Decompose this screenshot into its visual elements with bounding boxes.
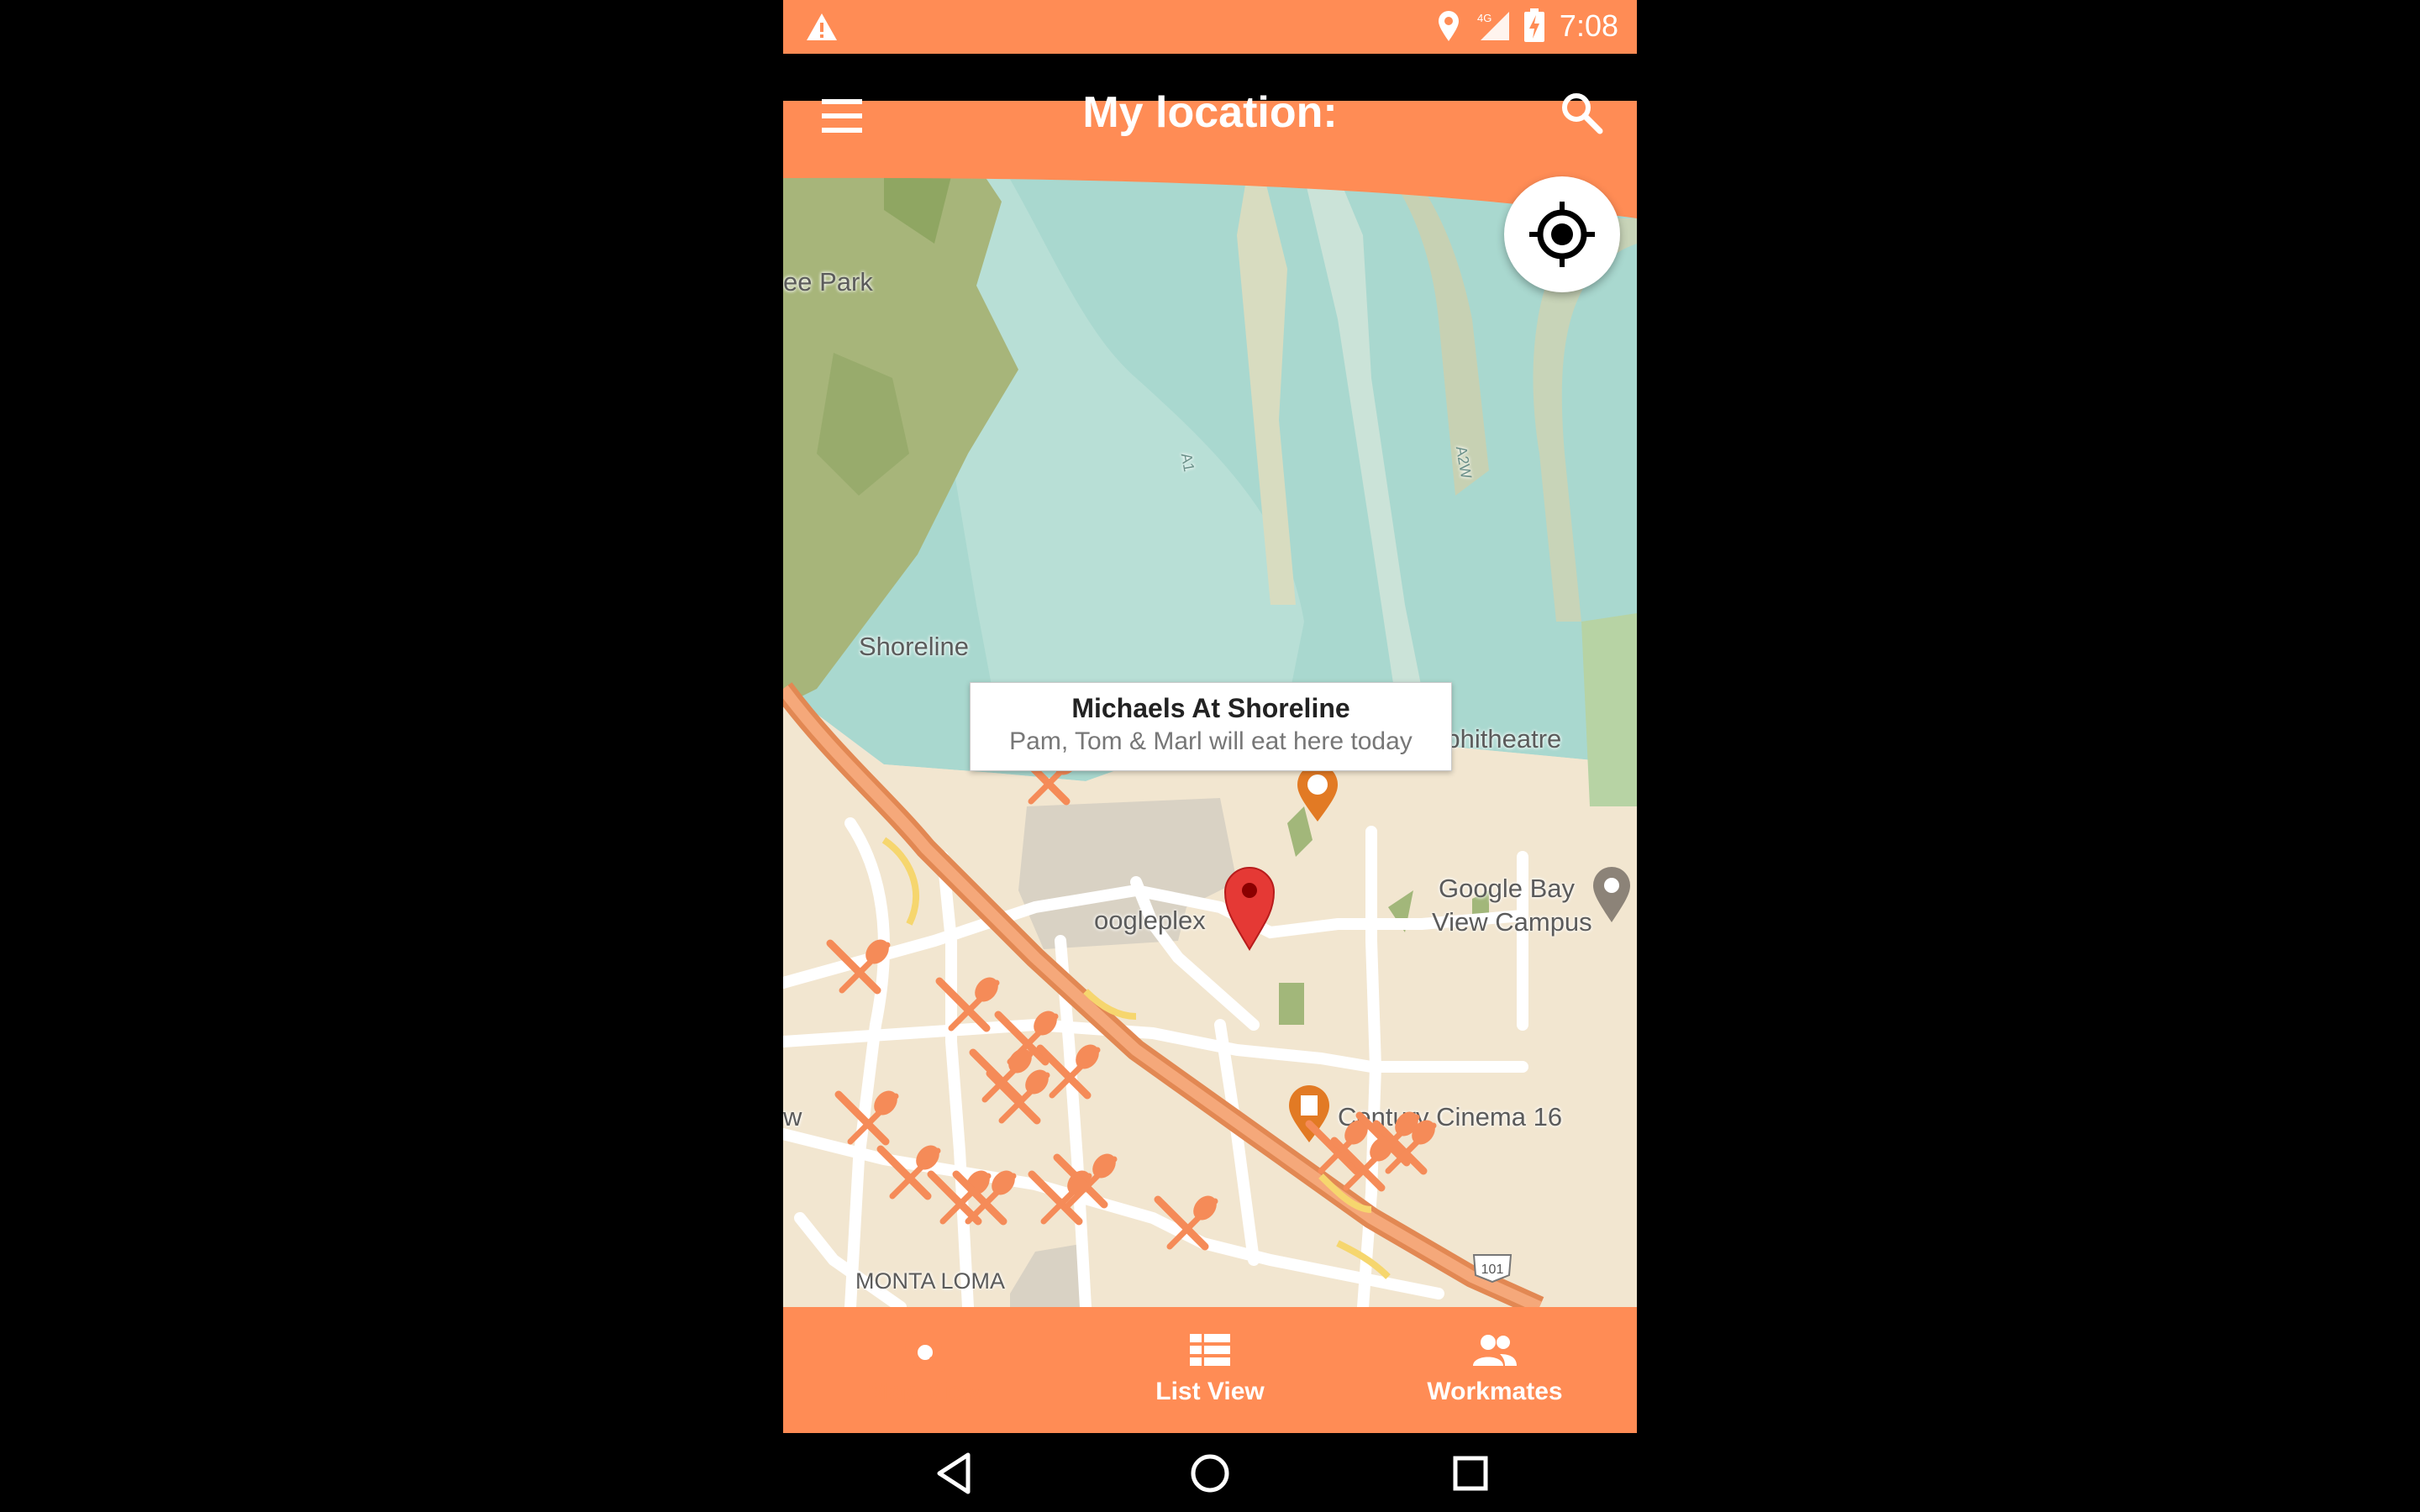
svg-text:101: 101 (1481, 1263, 1504, 1277)
tab-list-view[interactable]: List View (1068, 1307, 1352, 1433)
tab-map-view[interactable]: Map View (783, 1307, 1067, 1433)
bottom-navigation: Map View List View Workmates (783, 1307, 1637, 1433)
map-label-monta-loma: MONTA LOMA (855, 1268, 1006, 1294)
fork-spoon-icon[interactable] (1052, 1151, 1119, 1210)
fork-spoon-icon[interactable] (1371, 1117, 1439, 1176)
map-label-road-a1: A1 (1177, 451, 1198, 473)
tab-label-map-view: Map View (867, 1378, 983, 1405)
my-location-button[interactable] (1504, 176, 1620, 292)
campus-poi-icon[interactable] (1590, 865, 1634, 924)
back-icon[interactable] (933, 1450, 980, 1497)
map-label-bay-view-2: View Campus (1432, 907, 1592, 937)
list-icon (1186, 1327, 1234, 1374)
fork-spoon-icon[interactable] (951, 1168, 1018, 1226)
tab-workmates[interactable]: Workmates (1353, 1307, 1637, 1433)
tab-label-list-view: List View (1155, 1378, 1265, 1405)
map-label-bay-view-1: Google Bay (1439, 874, 1575, 903)
amphitheatre-poi-icon[interactable] (1294, 763, 1341, 823)
warning-icon (805, 12, 839, 46)
system-navigation-bar (783, 1433, 1637, 1512)
status-time: 7:08 (1559, 8, 1618, 43)
fork-spoon-icon[interactable] (1153, 1193, 1220, 1252)
map-search-icon (902, 1327, 949, 1374)
phone-screen: ee Park Shoreline Shoreline Amphitheatre… (783, 0, 1637, 1512)
info-window[interactable]: Michaels At Shoreline Pam, Tom & Marl wi… (970, 682, 1452, 771)
status-bar: 4G 7:08 (783, 0, 1637, 54)
map-label-park: ee Park (783, 267, 873, 297)
info-window-subtitle: Pam, Tom & Marl will eat here today (1009, 727, 1413, 755)
tab-label-workmates: Workmates (1427, 1378, 1563, 1405)
location-icon (1437, 10, 1460, 46)
map-label-shoreline: Shoreline (859, 632, 969, 661)
fork-spoon-icon[interactable] (825, 937, 892, 995)
fork-spoon-icon[interactable] (934, 974, 1002, 1033)
info-window-title: Michaels At Shoreline (1071, 693, 1350, 723)
people-icon (1471, 1327, 1518, 1374)
signal-icon: 4G (1476, 8, 1511, 46)
page-title: My location: (1082, 88, 1338, 137)
fork-spoon-icon[interactable] (834, 1088, 901, 1147)
search-icon[interactable] (1556, 87, 1607, 138)
map-label-googleplex: oogleplex (1094, 906, 1206, 935)
highway-shield-icon: 101 (1470, 1253, 1514, 1284)
battery-charging-icon (1524, 8, 1544, 46)
map-label-edge-w: w (783, 1102, 802, 1131)
recents-icon[interactable] (1447, 1450, 1494, 1497)
my-location-icon (1529, 202, 1595, 267)
home-icon[interactable] (1186, 1450, 1234, 1497)
fork-spoon-icon[interactable] (985, 1067, 1052, 1126)
svg-text:4G: 4G (1477, 12, 1491, 24)
red-pin-icon[interactable] (1222, 862, 1277, 951)
